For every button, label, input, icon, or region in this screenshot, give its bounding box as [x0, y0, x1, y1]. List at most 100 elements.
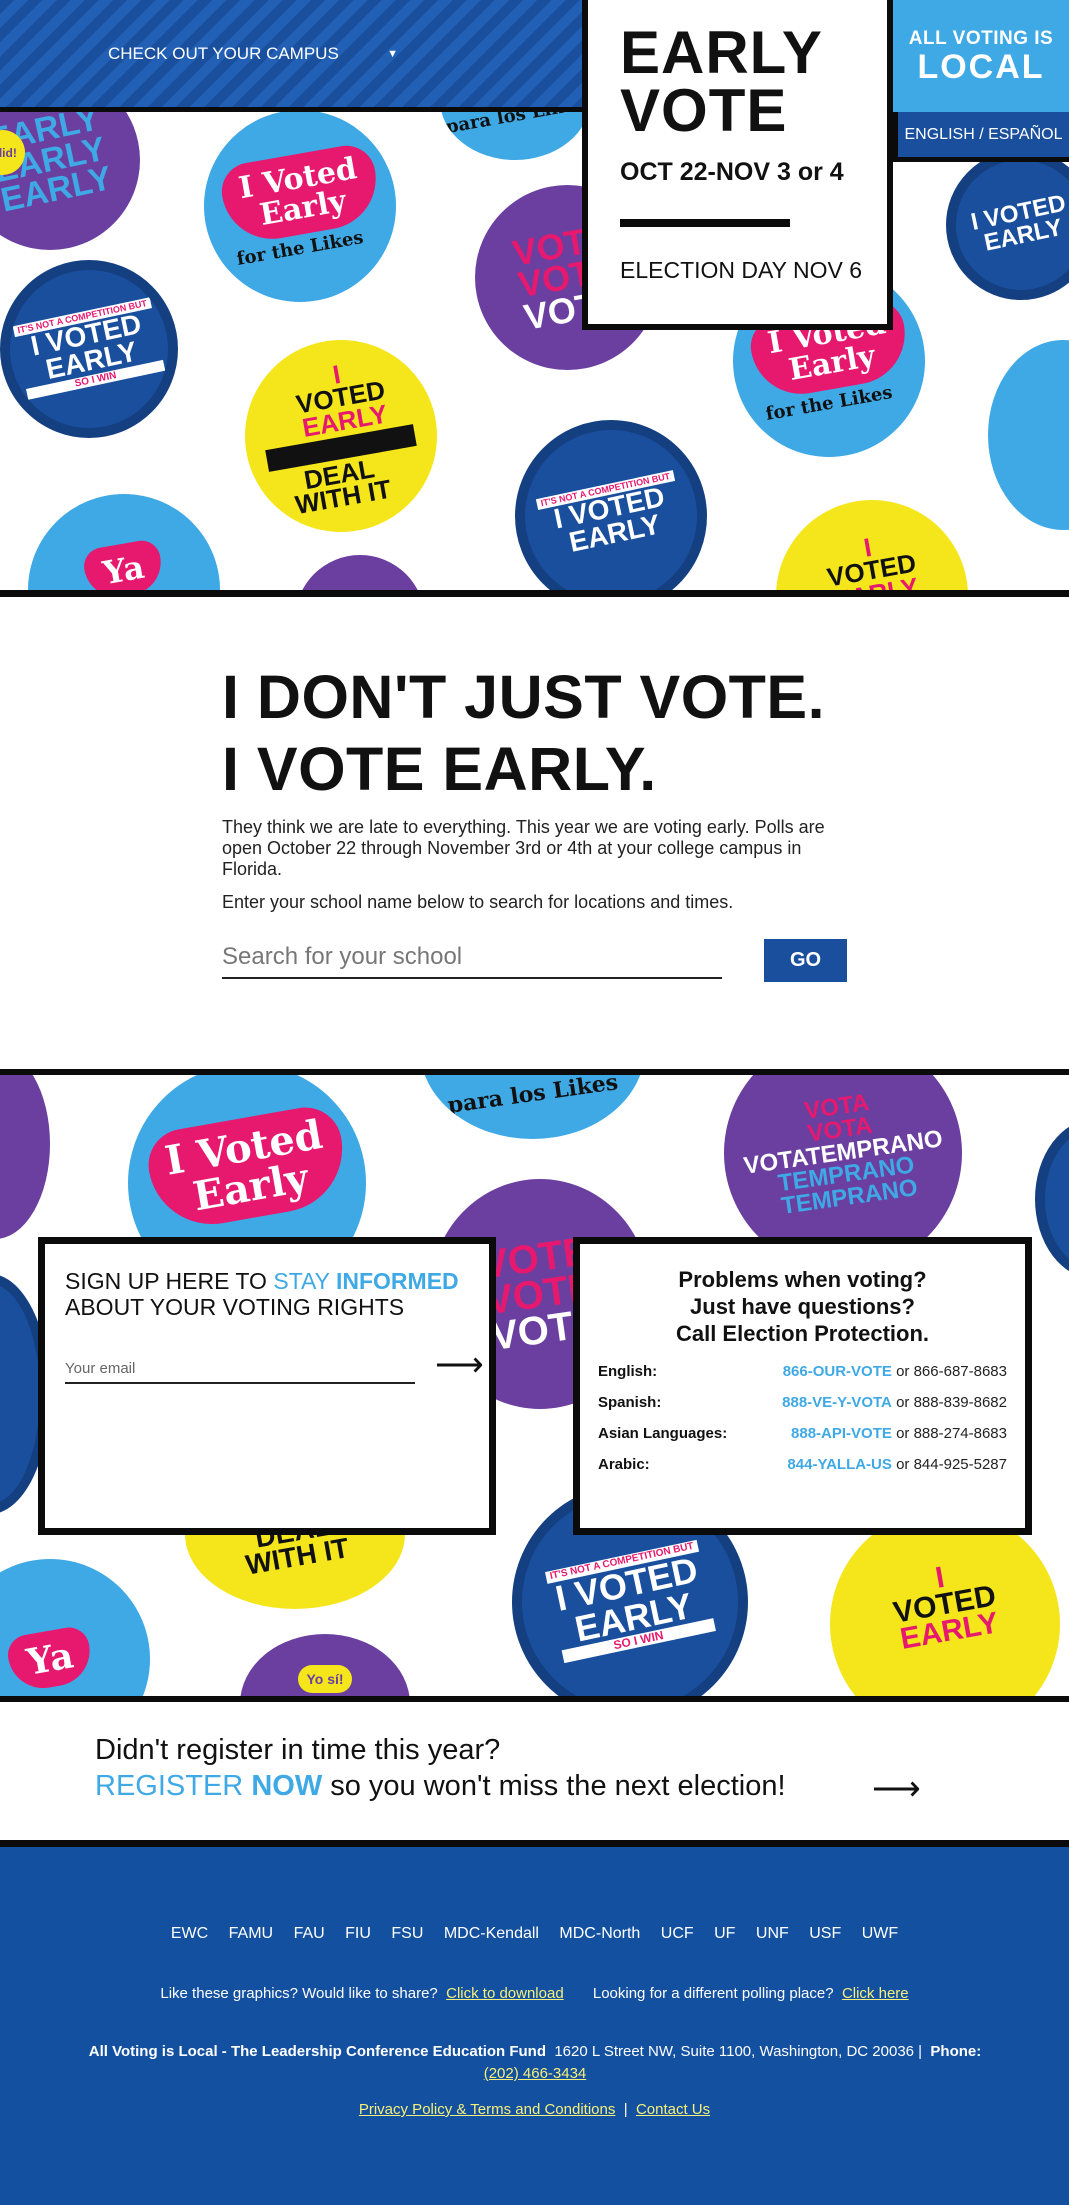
intro-paragraph: They think we are late to everything. Th… — [222, 817, 825, 879]
signup-title-text: ABOUT YOUR VOTING RIGHTS — [65, 1294, 405, 1320]
policy-row: Privacy Policy & Terms and Conditions | … — [0, 2101, 1069, 2118]
hotline-number: or 844-925-5287 — [891, 1456, 1007, 1473]
campus-link-usf[interactable]: USF — [809, 1925, 841, 1942]
signup-highlight-text: STAY — [273, 1268, 336, 1294]
campus-link-mdc-kendall[interactable]: MDC-Kendall — [444, 1925, 539, 1942]
sticker-text: Ya — [81, 537, 167, 597]
register-now-link[interactable]: REGISTER NOW — [95, 1770, 322, 1802]
hotline-row: English: 866-OUR-VOTE or 866-687-8683 — [598, 1363, 1007, 1380]
divider — [0, 1840, 1069, 1847]
campus-link-fsu[interactable]: FSU — [391, 1925, 423, 1942]
campus-link-mdc-north[interactable]: MDC-North — [559, 1925, 640, 1942]
intro-instruction: Enter your school name below to search f… — [222, 892, 734, 912]
register-arrow-icon[interactable]: ⟶ — [872, 1772, 921, 1806]
org-name: All Voting is Local - The Leadership Con… — [88, 2043, 546, 2060]
hotline-link[interactable]: 844-YALLA-US — [787, 1456, 891, 1473]
campus-select-label: CHECK OUT YOUR CAMPUS — [108, 44, 339, 63]
divider — [0, 1069, 1069, 1075]
share-row: Like these graphics? Would like to share… — [0, 1985, 1069, 2002]
email-field[interactable] — [65, 1354, 415, 1384]
signup-highlight-bold: INFORMED — [335, 1268, 459, 1294]
share-question: Like these graphics? Would like to share… — [160, 1985, 438, 2002]
hotline-number: or 888-274-8683 — [891, 1425, 1007, 1442]
election-protection-card: Problems when voting? Just have question… — [573, 1237, 1032, 1535]
hotline-number: or 888-839-8682 — [891, 1394, 1007, 1411]
hero-section: EARLY EARLY EARLY I Voted Early for the … — [0, 0, 1069, 597]
campus-select[interactable]: CHECK OUT YOUR CAMPUS ▼ — [108, 40, 398, 68]
sticker-deal-with-it: I VOTED EARLY — [776, 500, 968, 597]
footer: EWC FAMU FAU FIU FSU MDC-Kendall MDC-Nor… — [0, 1847, 1069, 2205]
hotline-link[interactable]: 866-OUR-VOTE — [783, 1363, 892, 1380]
signup-highlight: STAY INFORMED — [273, 1268, 458, 1294]
hotline-language: Asian Languages: — [598, 1425, 728, 1442]
all-voting-is-local-logo[interactable]: ALL VOTING IS LOCAL — [893, 0, 1069, 112]
contact-us-link[interactable]: Contact Us — [636, 2101, 710, 2118]
sticker-ya-vote: Ya — [0, 1559, 150, 1702]
register-link-bold: NOW — [251, 1770, 323, 1802]
school-search-input[interactable] — [222, 937, 722, 979]
early-vote-dates: OCT 22-NOV 3 or 4 — [620, 158, 844, 186]
hotline-row: Asian Languages: 888-API-VOTE or 888-274… — [598, 1425, 1007, 1442]
sticker-ya-vote: Ya — [28, 494, 220, 597]
go-button[interactable]: GO — [764, 939, 847, 982]
hotline-number: or 866-687-8683 — [891, 1363, 1007, 1380]
campus-link-fau[interactable]: FAU — [294, 1925, 325, 1942]
sticker-text: Ya — [4, 1624, 96, 1694]
sticker-text: I did! — [0, 145, 17, 160]
hotline-language: Arabic: — [598, 1456, 650, 1473]
sticker-yo-si: Yo sí! — [240, 1634, 410, 1702]
sticker-not-competition: I VOTED EARLY — [946, 150, 1069, 300]
sticker-voted-early-likes: I Voted Early for the Likes — [204, 110, 396, 302]
sticker-partial — [1035, 1119, 1069, 1279]
campus-link-fiu[interactable]: FIU — [345, 1925, 371, 1942]
sticker-early-stack — [0, 1069, 50, 1239]
sticker-text: Yo sí! — [298, 1665, 352, 1693]
info-section: I Voted Early para los Likes VOTA VOTA V… — [0, 1069, 1069, 1702]
polling-question: Looking for a different polling place? — [592, 1985, 834, 2002]
divider — [0, 1696, 1069, 1702]
register-question: Didn't register in time this year? — [95, 1734, 501, 1766]
logo-top-text: ALL VOTING IS — [908, 28, 1054, 49]
submit-arrow-icon[interactable]: ⟶ — [435, 1348, 484, 1382]
help-title: Problems when voting? Just have question… — [675, 1267, 930, 1346]
page-heading: I DON'T JUST VOTE. I VOTE EARLY. — [222, 663, 826, 803]
polling-place-link[interactable]: Click here — [842, 1985, 909, 2002]
sticker-partial — [988, 340, 1069, 530]
signup-title: SIGN UP HERE TO STAY INFORMED ABOUT YOUR… — [65, 1268, 469, 1320]
campus-link-ucf[interactable]: UCF — [661, 1925, 694, 1942]
register-section: Didn't register in time this year? REGIS… — [0, 1702, 1069, 1840]
sticker-para-los-likes: para los Likes — [420, 1069, 645, 1139]
language-toggle[interactable]: ENGLISH / ESPAÑOL — [893, 112, 1069, 162]
download-link[interactable]: Click to download — [446, 1985, 564, 2002]
intro-section: I DON'T JUST VOTE. I VOTE EARLY. They th… — [0, 597, 1069, 1069]
sticker-not-competition: IT'S NOT A COMPETITION BUT I VOTED EARLY… — [0, 260, 178, 438]
sticker-deal-with-it: I VOTED EARLY DEAL WITH IT — [245, 340, 437, 532]
early-vote-title: EARLY VOTE — [620, 19, 823, 144]
sticker-not-competition: IT'S NOT A COMPETITION BUT I VOTED EARLY — [515, 420, 707, 597]
hotline-language: English: — [598, 1363, 658, 1380]
signup-title-text: SIGN UP HERE TO — [65, 1268, 274, 1294]
divider — [0, 590, 1069, 597]
org-address: 1620 L Street NW, Suite 1100, Washington… — [554, 2043, 923, 2060]
sticker-deal-with-it: I VOTED EARLY — [830, 1509, 1060, 1702]
hotline-row: Arabic: 844-YALLA-US or 844-925-5287 — [598, 1456, 1007, 1473]
campus-link-unf[interactable]: UNF — [756, 1925, 789, 1942]
phone-label: Phone: — [930, 2043, 982, 2060]
register-cta-text: so you won't miss the next election! — [322, 1770, 786, 1802]
hotline-link[interactable]: 888-VE-Y-VOTA — [782, 1394, 892, 1411]
logo-bottom-text: LOCAL — [917, 48, 1045, 86]
campus-link-famu[interactable]: FAMU — [229, 1925, 273, 1942]
privacy-policy-link[interactable]: Privacy Policy & Terms and Conditions — [359, 2101, 616, 2118]
campus-link-uwf[interactable]: UWF — [862, 1925, 898, 1942]
register-link-text: REGISTER — [95, 1770, 252, 1802]
campus-link-uf[interactable]: UF — [714, 1925, 735, 1942]
campus-link-ewc[interactable]: EWC — [171, 1925, 208, 1942]
hotline-list: English: 866-OUR-VOTE or 866-687-8683 Sp… — [598, 1363, 1007, 1473]
hotline-row: Spanish: 888-VE-Y-VOTA or 888-839-8682 — [598, 1394, 1007, 1411]
separator: | — [623, 2101, 628, 2118]
election-day: ELECTION DAY NOV 6 — [620, 257, 862, 283]
caret-down-icon: ▼ — [387, 48, 398, 60]
phone-link[interactable]: (202) 466-3434 — [484, 2065, 587, 2082]
hotline-link[interactable]: 888-API-VOTE — [791, 1425, 892, 1442]
top-bar: CHECK OUT YOUR CAMPUS ▼ — [0, 0, 582, 112]
